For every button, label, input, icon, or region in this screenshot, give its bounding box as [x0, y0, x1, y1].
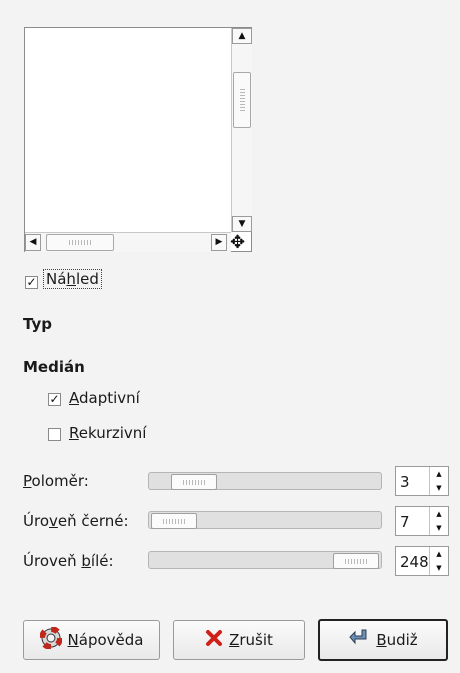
spin-up-icon[interactable]: ▲ [430, 547, 448, 561]
white-level-value[interactable]: 248 [400, 553, 429, 571]
median-heading: Medián [23, 358, 85, 376]
white-level-label: Úroveň bílé: [23, 552, 114, 570]
horizontal-scroll-thumb[interactable] [46, 234, 114, 251]
white-level-slider[interactable] [148, 551, 382, 569]
move-navigate-icon[interactable]: ✥ [230, 234, 245, 252]
type-heading: Typ [23, 315, 52, 333]
white-level-spinbox[interactable]: 248 ▲ ▼ [395, 546, 449, 576]
radius-slider[interactable] [148, 472, 382, 490]
spin-down-icon[interactable]: ▼ [430, 561, 448, 575]
recursive-label[interactable]: Rekurzivní [69, 424, 146, 442]
scroll-left-arrow-icon[interactable]: ◀ [25, 234, 41, 251]
adaptive-checkbox[interactable]: ✓ [48, 393, 61, 406]
lifebuoy-icon [38, 626, 63, 653]
radius-value[interactable]: 3 [400, 473, 410, 491]
help-button[interactable]: Nápověda [23, 620, 160, 660]
scroll-right-arrow-icon[interactable]: ▶ [211, 234, 227, 251]
ok-button[interactable]: Budiž [318, 619, 448, 661]
preview-label[interactable]: Náhled [43, 269, 102, 289]
spin-down-icon[interactable]: ▼ [430, 521, 448, 535]
radius-slider-thumb[interactable] [171, 474, 217, 490]
black-level-spinbox[interactable]: 7 ▲ ▼ [395, 506, 449, 536]
radius-label: Poloměr: [23, 472, 89, 490]
scroll-down-arrow-icon[interactable]: ▼ [232, 216, 252, 232]
white-level-slider-thumb[interactable] [333, 553, 379, 569]
adaptive-label[interactable]: Adaptivní [69, 389, 140, 407]
vertical-scroll-thumb[interactable] [233, 72, 251, 128]
cancel-x-icon [205, 629, 223, 651]
spin-up-icon[interactable]: ▲ [430, 467, 448, 481]
black-level-slider-thumb[interactable] [151, 513, 197, 529]
preview-vertical-scrollbar[interactable]: ▲ ▼ [231, 28, 252, 232]
black-level-slider[interactable] [148, 511, 382, 529]
spin-up-icon[interactable]: ▲ [430, 507, 448, 521]
preview-checkbox[interactable]: ✓ [25, 276, 38, 289]
black-level-label: Úroveň černé: [23, 512, 129, 530]
scroll-up-arrow-icon[interactable]: ▲ [232, 28, 252, 44]
preview-canvas[interactable] [25, 28, 230, 230]
recursive-checkbox[interactable] [48, 428, 61, 441]
preview-horizontal-scrollbar[interactable]: ◀ ▶ [25, 232, 231, 252]
radius-spinbox[interactable]: 3 ▲ ▼ [395, 466, 449, 496]
cancel-button[interactable]: Zrušit [173, 620, 305, 660]
enter-return-icon [348, 628, 370, 652]
black-level-value[interactable]: 7 [400, 513, 410, 531]
spin-down-icon[interactable]: ▼ [430, 481, 448, 495]
